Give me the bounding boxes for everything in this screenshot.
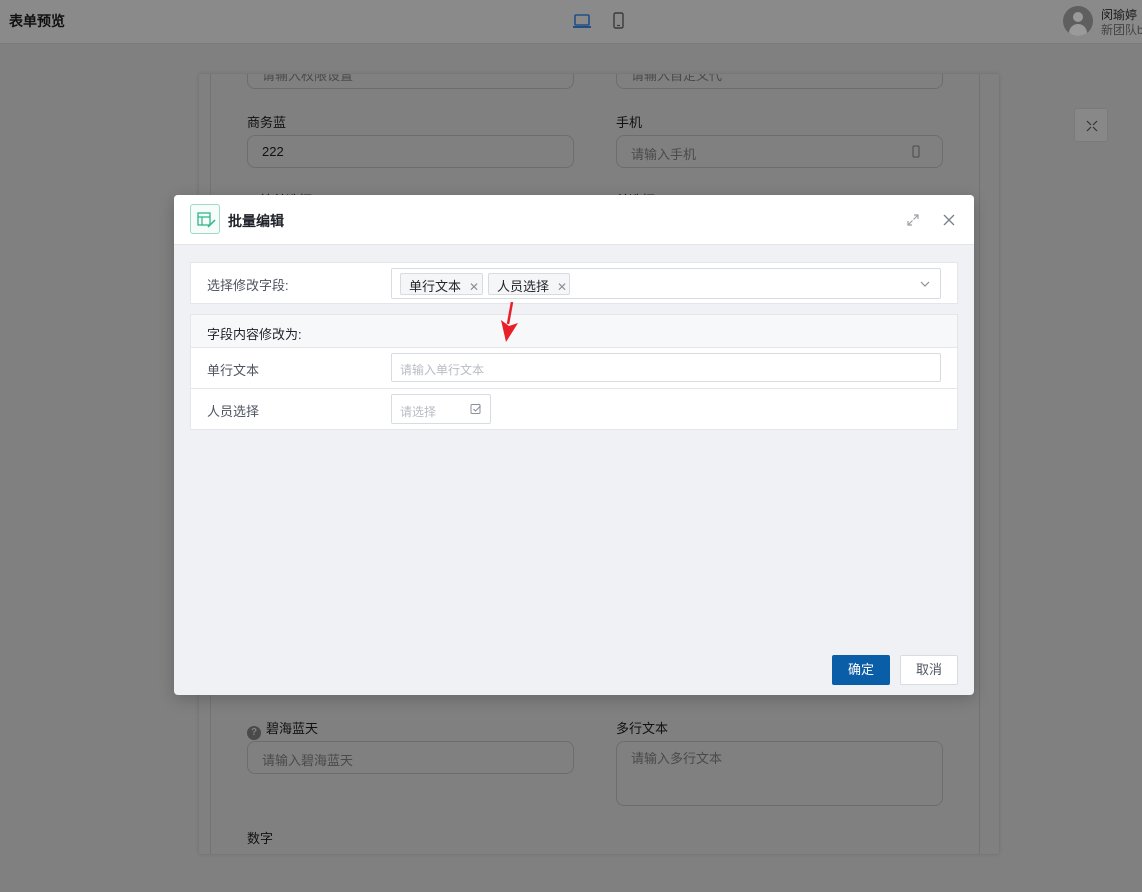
select-field-label: 选择修改字段: bbox=[207, 278, 289, 293]
laptop-icon[interactable] bbox=[572, 12, 592, 30]
fullscreen-icon bbox=[1086, 120, 1098, 132]
bg-input-top-right[interactable]: 请输入自定义代 bbox=[616, 74, 943, 89]
avatar[interactable] bbox=[1063, 6, 1093, 36]
chevron-down-icon bbox=[920, 281, 930, 287]
mobile-small-icon bbox=[912, 145, 920, 158]
edit-heading: 字段内容修改为: bbox=[191, 315, 957, 348]
field-label-bihailantian: ? 碧海蓝天 bbox=[247, 718, 318, 740]
user-team: 新团队b bbox=[1101, 23, 1142, 37]
tag-remove-icon[interactable]: ✕ bbox=[469, 280, 479, 294]
modal-header: 批量编辑 bbox=[174, 195, 974, 245]
edit-row: 单行文本 请输入单行文本 bbox=[191, 348, 957, 389]
row-label: 人员选择 bbox=[207, 404, 260, 419]
batch-edit-modal: 批量编辑 选择修改字段: 单行文本 ✕ 人员选择 ✕ 字段内容修改为: 单行文本 请… bbox=[174, 195, 974, 695]
annotation-arrow-icon bbox=[501, 302, 518, 342]
fullscreen-button[interactable] bbox=[1074, 108, 1108, 142]
modal-title: 批量编辑 bbox=[228, 213, 284, 229]
edit-row: 人员选择 请选择 bbox=[191, 389, 957, 430]
close-icon[interactable] bbox=[941, 212, 957, 228]
maximize-icon[interactable] bbox=[905, 212, 921, 228]
field-select-panel: 选择修改字段: 单行文本 ✕ 人员选择 ✕ bbox=[190, 262, 958, 304]
bg-input-top-left[interactable]: 请输入权限设置 bbox=[247, 74, 574, 89]
top-header: 表单预览 闵瑜婷 新团队b bbox=[0, 0, 1142, 44]
field-multi-select[interactable]: 单行文本 ✕ 人员选择 ✕ bbox=[391, 268, 941, 299]
field-textarea-multiline[interactable]: 请输入多行文本 bbox=[616, 741, 943, 806]
field-input-phone[interactable]: 请输入手机 bbox=[616, 135, 943, 168]
field-label-number: 数字 bbox=[247, 831, 274, 846]
selected-tag: 单行文本 ✕ bbox=[400, 273, 483, 295]
field-label-multiline: 多行文本 bbox=[616, 721, 669, 736]
tag-remove-icon[interactable]: ✕ bbox=[557, 280, 567, 294]
page-title: 表单预览 bbox=[9, 13, 65, 29]
select-person-icon bbox=[470, 404, 481, 414]
field-label-shangwulan: 商务蓝 bbox=[247, 115, 287, 130]
field-label-phone: 手机 bbox=[616, 115, 643, 130]
person-select[interactable]: 请选择 bbox=[391, 394, 491, 424]
batch-edit-icon bbox=[190, 204, 220, 234]
single-line-text-input[interactable]: 请输入单行文本 bbox=[391, 353, 941, 382]
field-input-bihailantian[interactable]: 请输入碧海蓝天 bbox=[247, 741, 574, 774]
cancel-button[interactable]: 取消 bbox=[900, 655, 958, 685]
mobile-icon[interactable] bbox=[608, 12, 628, 30]
field-input-shangwulan[interactable]: 222 bbox=[247, 135, 574, 168]
help-icon[interactable]: ? bbox=[247, 726, 261, 740]
field-edit-panel: 字段内容修改为: 单行文本 请输入单行文本 人员选择 请选择 bbox=[190, 314, 958, 430]
selected-tag: 人员选择 ✕ bbox=[488, 273, 570, 295]
row-label: 单行文本 bbox=[207, 363, 260, 378]
confirm-button[interactable]: 确定 bbox=[832, 655, 890, 685]
